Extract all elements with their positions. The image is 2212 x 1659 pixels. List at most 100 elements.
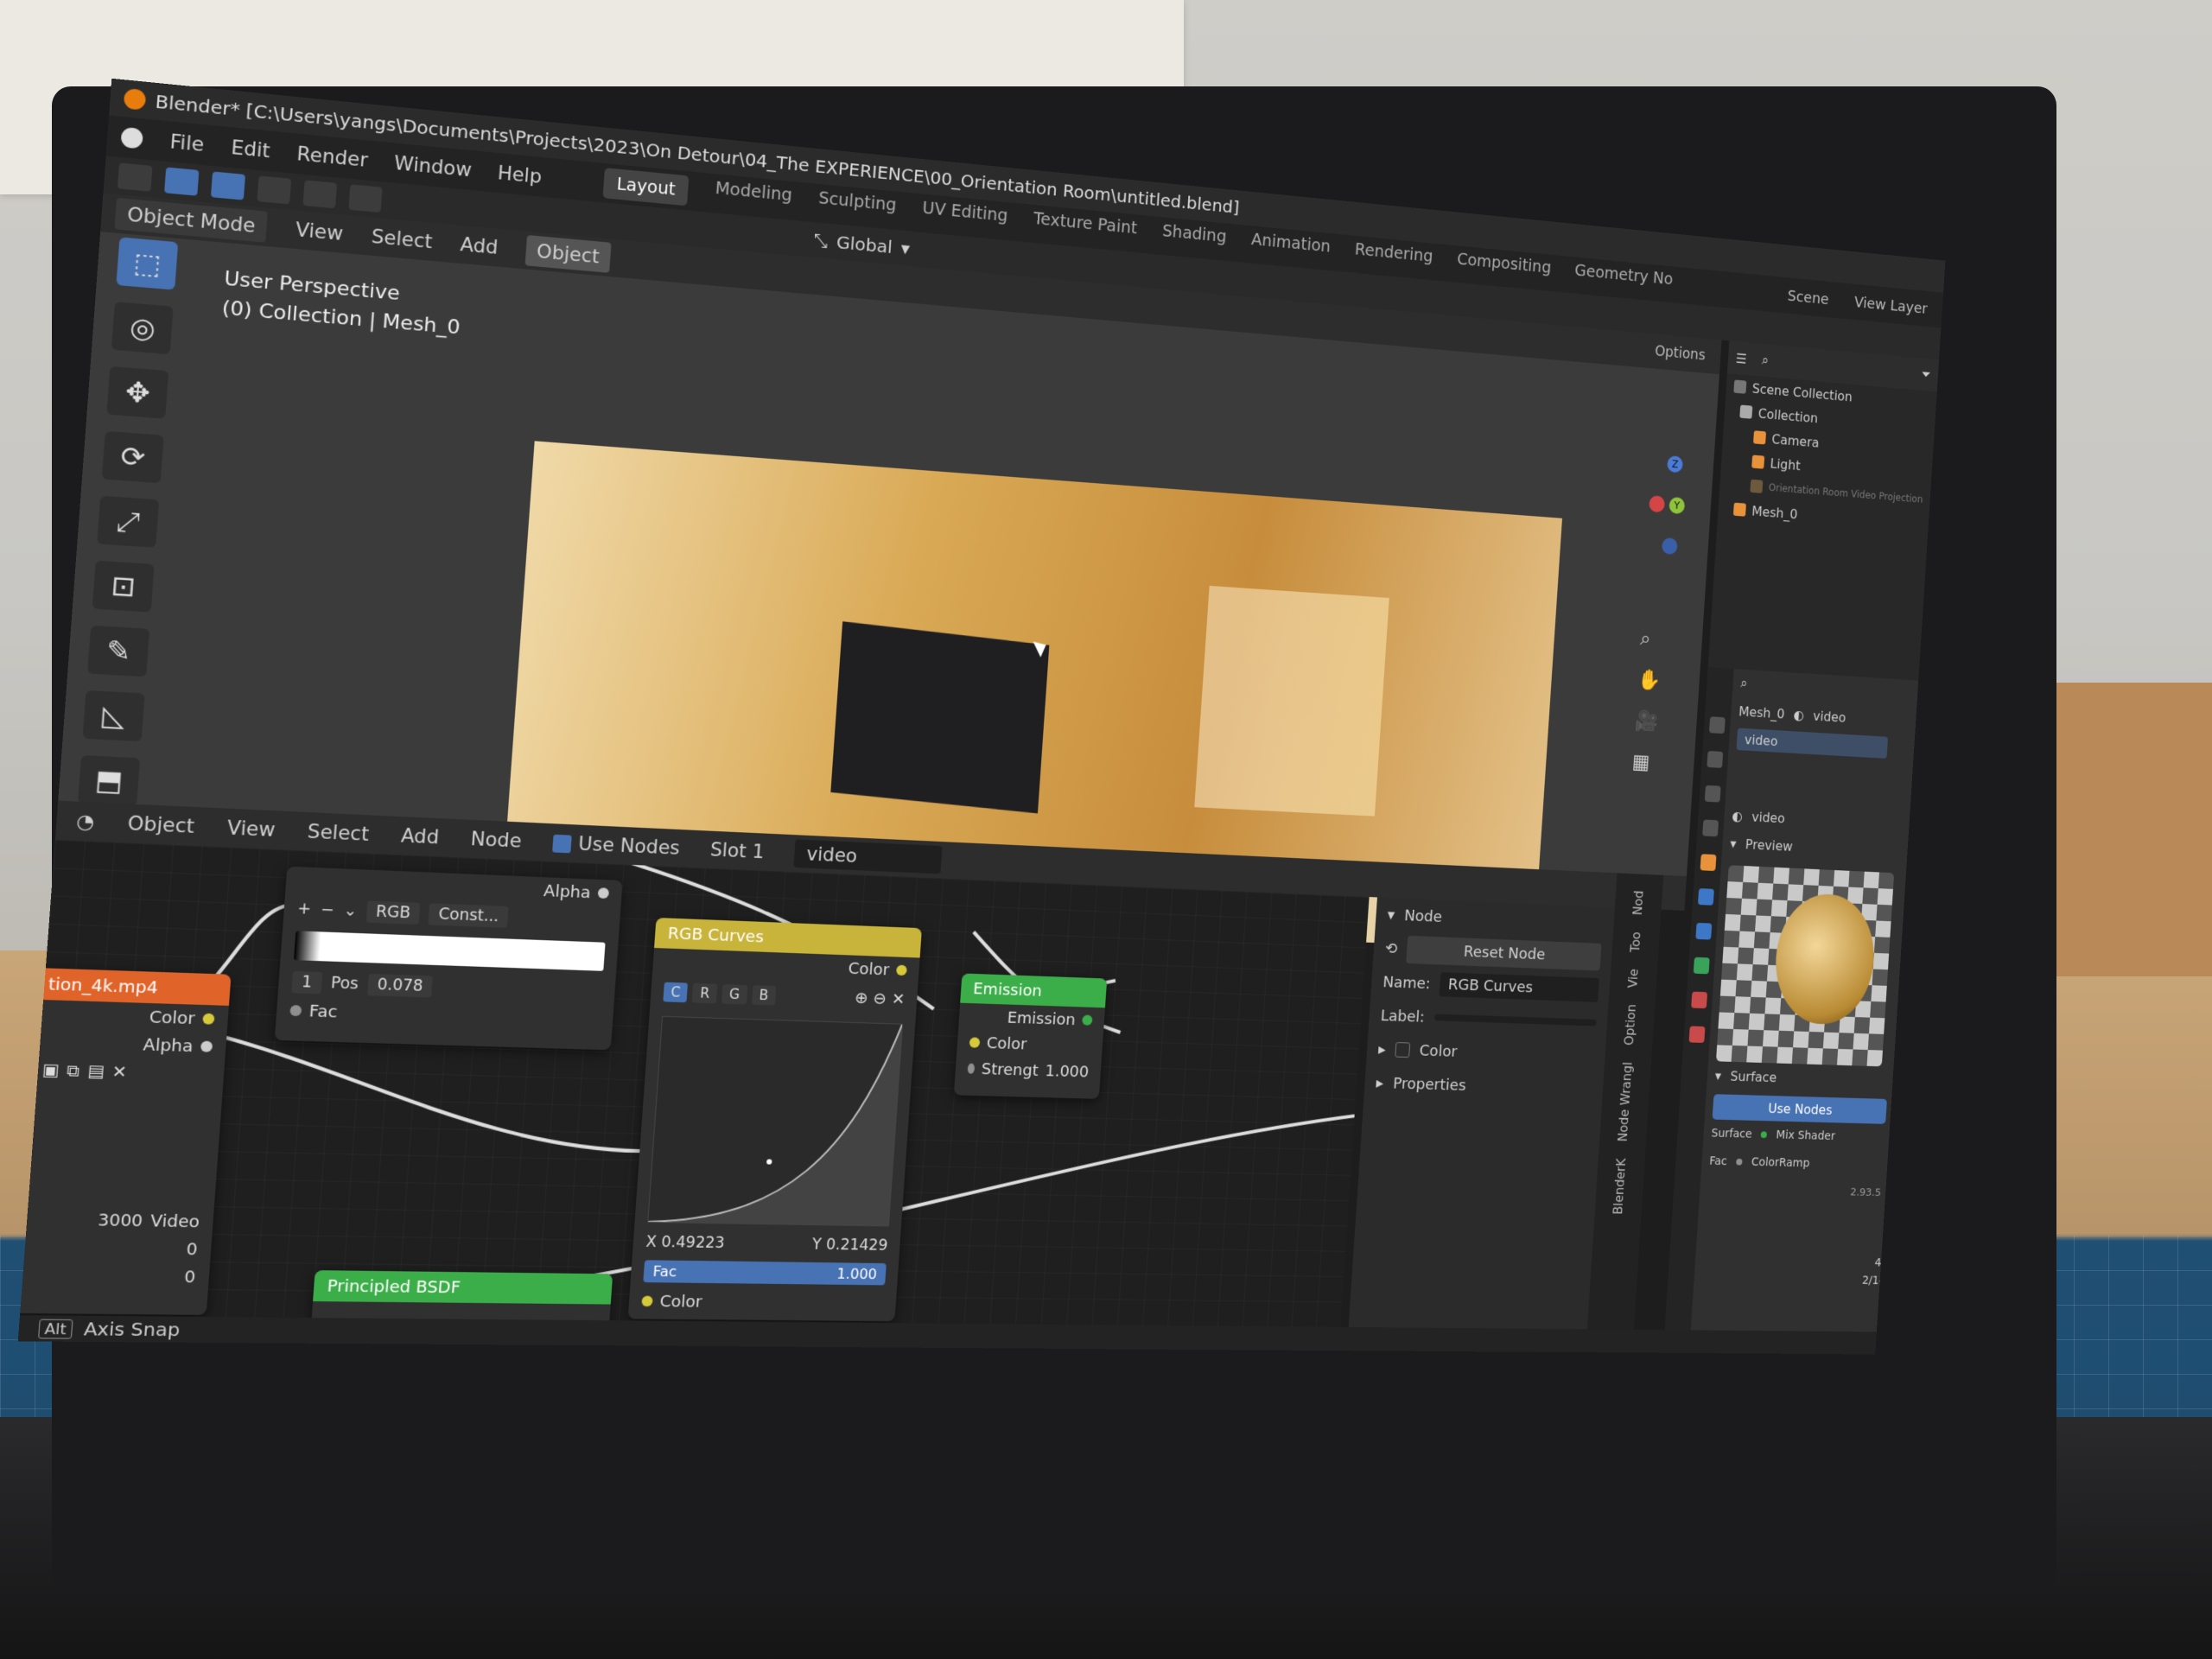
rgb-curves-node[interactable]: RGB Curves Color C R G B ⊕ ⊖ ✕ X 0.49223… — [627, 917, 922, 1322]
viewport-menu-add[interactable]: Add — [460, 233, 499, 258]
menu-render[interactable]: Render — [296, 143, 369, 171]
remove-stop-icon[interactable]: − — [320, 900, 334, 919]
zoom-in-icon[interactable]: ⊕ — [854, 988, 868, 1008]
view-layer-tab-icon[interactable] — [1702, 819, 1719, 837]
surface-shader-row[interactable]: Surface Mix Shader — [1710, 1120, 1885, 1152]
pan-hand-icon[interactable]: ✋ — [1637, 668, 1661, 692]
menu-edit[interactable]: Edit — [230, 137, 270, 162]
video-offset-field[interactable]: 0 — [18, 1261, 210, 1291]
select-subtract-icon[interactable] — [302, 180, 338, 209]
curve-graph[interactable] — [647, 1016, 903, 1227]
gizmo-y-axis[interactable]: Y — [1669, 496, 1686, 515]
socket-icon[interactable] — [895, 964, 907, 976]
channel-c-button[interactable]: C — [663, 982, 689, 1003]
tab-shading[interactable]: Shading — [1161, 221, 1227, 257]
search-icon[interactable]: ⌕ — [1740, 675, 1748, 691]
emission-strength-field[interactable]: Strengt 1.000 — [955, 1055, 1102, 1085]
video-start-field[interactable]: 0 — [18, 1233, 213, 1263]
chevron-down-icon[interactable]: ⌄ — [343, 901, 358, 920]
scale-icon[interactable]: ⤢ — [97, 495, 160, 548]
zoom-icon[interactable]: ⌕ — [1640, 626, 1664, 651]
emission-node[interactable]: Emission Emission Color Strengt 1.000 — [953, 973, 1108, 1099]
ramp-gradient[interactable] — [293, 931, 606, 971]
socket-icon[interactable] — [969, 1037, 981, 1048]
tab-rendering[interactable]: Rendering — [1354, 240, 1433, 276]
tab-uv-editing[interactable]: UV Editing — [921, 199, 1008, 236]
menu-file[interactable]: File — [169, 130, 205, 156]
data-tab-icon[interactable] — [1693, 957, 1710, 975]
annotate-icon[interactable]: ✎ — [87, 625, 150, 677]
folder-icon[interactable]: ▤ — [86, 1061, 105, 1081]
rotate-icon[interactable]: ⟳ — [101, 430, 164, 484]
transform-icon[interactable]: ⊡ — [92, 560, 155, 613]
tab-modeling[interactable]: Modeling — [714, 179, 793, 216]
blender-menu-icon[interactable] — [120, 126, 144, 149]
curves-fac-slider[interactable]: Fac 1.000 — [643, 1260, 887, 1286]
grid-view-icon[interactable]: ▦ — [1631, 750, 1656, 774]
sidebar-tab-options[interactable]: Option — [1622, 1004, 1638, 1046]
sidebar-tab-view[interactable]: Vie — [1626, 969, 1642, 988]
camera-view-icon[interactable]: 🎥 — [1634, 709, 1658, 733]
transform-mode-icon[interactable] — [117, 162, 153, 192]
view-layer-selector[interactable]: View Layer — [1853, 294, 1928, 318]
ramp-pos-value[interactable]: 0.078 — [366, 973, 434, 998]
image-browse-icon[interactable]: ▣ — [41, 1060, 60, 1080]
output-tab-icon[interactable] — [1704, 785, 1721, 803]
curve-y-value[interactable]: Y 0.21429 — [811, 1236, 888, 1255]
socket-icon[interactable] — [641, 1295, 653, 1307]
socket-icon[interactable] — [289, 1005, 302, 1017]
color-ramp-node[interactable]: Alpha + − ⌄ RGB Const... 1 Pos 0.078 Fac — [274, 866, 623, 1051]
physics-tab-icon[interactable] — [1695, 922, 1713, 940]
navigation-gizmo[interactable]: Z Y — [1637, 445, 1699, 580]
channel-g-button[interactable]: G — [721, 984, 747, 1005]
options-dropdown[interactable]: Options — [1655, 343, 1707, 364]
sidebar-tab-tool[interactable]: Too — [1628, 931, 1643, 952]
sidebar-tab-node[interactable]: Nod — [1630, 890, 1646, 915]
viewport-menu-object[interactable]: Object — [524, 234, 612, 273]
socket-icon[interactable] — [1082, 1014, 1093, 1026]
select-tool-icon[interactable] — [164, 167, 200, 196]
node-menu-view[interactable]: View — [226, 817, 276, 841]
tab-compositing[interactable]: Compositing — [1456, 250, 1552, 287]
channel-r-button[interactable]: R — [692, 982, 718, 1004]
surface-header[interactable]: ▾ Surface — [1714, 1061, 1890, 1094]
viewport-menu-select[interactable]: Select — [371, 226, 433, 252]
editor-type-icon[interactable]: ◔ — [75, 810, 95, 833]
video-texture-node[interactable]: tion_4k.mp4 Color Alpha ▣ ⧉ ▤ ✕ 3000 Vid… — [17, 968, 232, 1315]
display-mode-icon[interactable]: ☰ — [1735, 350, 1747, 366]
node-label-field[interactable] — [1433, 1014, 1597, 1027]
viewport-menu-view[interactable]: View — [295, 219, 344, 245]
filter-icon[interactable]: ⏷ — [1921, 366, 1931, 384]
texture-tab-icon[interactable] — [1688, 1026, 1706, 1043]
move-icon[interactable]: ✥ — [106, 365, 169, 419]
tool-tab-icon[interactable] — [1708, 716, 1726, 734]
slot-dropdown[interactable]: Slot 1 — [709, 839, 765, 862]
node-name-field[interactable]: RGB Curves — [1439, 971, 1599, 1002]
socket-icon[interactable] — [967, 1063, 976, 1074]
channel-b-button[interactable]: B — [751, 985, 777, 1006]
modifier-tab-icon[interactable] — [1697, 888, 1714, 906]
color-checkbox[interactable] — [1395, 1042, 1411, 1058]
fac-row[interactable]: Fac ColorRamp — [1708, 1147, 1884, 1179]
ramp-interp-dropdown[interactable]: Const... — [428, 903, 509, 928]
tab-sculpting[interactable]: Sculpting — [817, 188, 898, 226]
render-tab-icon[interactable] — [1707, 750, 1724, 768]
tab-texture-paint[interactable]: Texture Paint — [1033, 209, 1138, 248]
add-cube-icon[interactable]: ⬒ — [77, 754, 141, 806]
select-box-icon[interactable] — [210, 171, 246, 200]
gizmo-neg-z[interactable] — [1661, 537, 1678, 556]
select-cursor-icon[interactable]: ⬚ — [116, 237, 179, 290]
gizmo-x-axis[interactable] — [1649, 495, 1666, 513]
sidebar-tab-node-wrangler[interactable]: Node Wrangl — [1616, 1062, 1635, 1142]
tab-layout[interactable]: Layout — [602, 168, 690, 207]
select-intersect-icon[interactable] — [348, 184, 383, 213]
emission-node-header[interactable]: Emission — [960, 973, 1108, 1008]
tab-animation[interactable]: Animation — [1250, 230, 1331, 266]
zoom-out-icon[interactable]: ⊖ — [873, 989, 887, 1009]
socket-icon[interactable] — [202, 1013, 215, 1025]
select-extend-icon[interactable] — [257, 175, 292, 205]
menu-help[interactable]: Help — [497, 162, 543, 188]
ramp-stop-index[interactable]: 1 — [291, 970, 323, 995]
node-object-dropdown[interactable]: Object — [127, 812, 195, 837]
bsdf-node-header[interactable]: Principled BSDF — [313, 1270, 613, 1305]
